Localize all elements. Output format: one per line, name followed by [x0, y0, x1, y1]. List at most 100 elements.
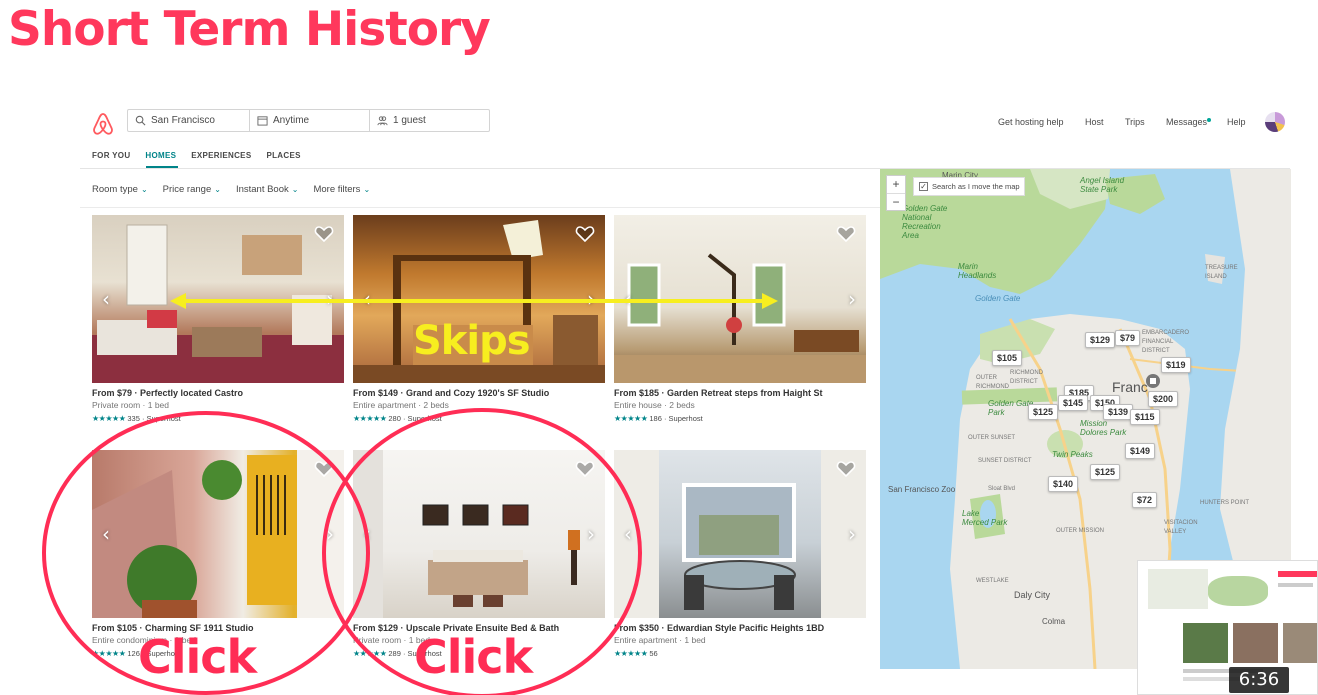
filter-instant-book[interactable]: Instant Book ⌄ [236, 184, 299, 195]
listing-type: Entire house · 2 beds [614, 400, 695, 410]
previous-photo-icon[interactable]: ‹ [624, 522, 632, 546]
filter-bar: Room type ⌄ Price range ⌄ Instant Book ⌄ Mo… [92, 184, 370, 195]
next-photo-icon[interactable]: › [848, 522, 856, 546]
listing-card[interactable]: ‹ › From $79 · Perfectly located Castro … [92, 215, 344, 423]
heart-icon[interactable] [836, 460, 856, 478]
review-count: 335 · Superhost [127, 414, 181, 423]
next-photo-icon[interactable]: › [848, 287, 856, 311]
airbnb-logo-icon[interactable] [92, 112, 114, 136]
click-annotation: Click [414, 630, 533, 684]
listing-photo[interactable]: ‹ › [614, 450, 866, 618]
map-label: SUNSET DISTRICT [978, 458, 1032, 464]
checkbox-icon[interactable]: ✓ [919, 182, 928, 191]
location-field[interactable]: San Francisco [128, 110, 250, 131]
video-timestamp: 6:36 [1229, 667, 1289, 693]
price-pin[interactable]: $129 [1085, 332, 1116, 348]
map-label: Golden Gate [975, 294, 1021, 303]
trips-link[interactable]: Trips [1125, 117, 1145, 127]
screenshot: Short Term History San Francisco Anytime… [0, 0, 1318, 695]
listing-photo[interactable]: ‹ › [92, 215, 344, 383]
price-pin[interactable]: $115 [1130, 409, 1160, 425]
search-icon [135, 115, 146, 126]
next-photo-icon[interactable]: › [587, 287, 595, 311]
next-photo-icon[interactable]: › [326, 287, 334, 311]
listing-rating: ★★★★★ 335 · Superhost [92, 414, 344, 423]
price-pin[interactable]: $105 [992, 350, 1023, 366]
tab-experiences[interactable]: EXPERIENCES [191, 151, 251, 160]
search-as-move-toggle[interactable]: ✓ Search as I move the map [913, 177, 1025, 196]
price-pin[interactable]: $139 [1103, 404, 1134, 420]
filter-divider [80, 207, 880, 208]
guests-value: 1 guest [393, 115, 426, 126]
map-label: Golden Gate Park [988, 399, 1034, 417]
map-label: OUTER SUNSET [968, 435, 1016, 441]
chevron-down-icon: ⌄ [140, 185, 148, 194]
filter-room-type[interactable]: Room type ⌄ [92, 184, 148, 195]
avatar[interactable] [1265, 112, 1285, 132]
host-link[interactable]: Host [1085, 117, 1104, 127]
previous-photo-icon[interactable]: ‹ [624, 287, 632, 311]
messages-link[interactable]: Messages [1166, 117, 1207, 127]
previous-photo-icon[interactable]: ‹ [102, 522, 110, 546]
filter-price-range[interactable]: Price range ⌄ [163, 184, 221, 195]
search-as-move-label: Search as I move the map [932, 182, 1020, 191]
previous-photo-icon[interactable]: ‹ [102, 287, 110, 311]
map-label: Golden Gate National Recreation Area [902, 204, 948, 240]
heart-icon[interactable] [575, 225, 595, 243]
map-label: RICHMOND DISTRICT [1010, 370, 1043, 385]
heart-icon[interactable] [314, 460, 334, 478]
listing-photo[interactable]: ‹ › [614, 215, 866, 383]
price-pin[interactable]: $125 [1090, 464, 1121, 480]
zoom-out-button[interactable]: − [887, 193, 905, 211]
price-pin[interactable]: $200 [1148, 391, 1179, 407]
tab-homes[interactable]: HOMES [145, 151, 176, 160]
price-pin[interactable]: $125 [1028, 404, 1059, 420]
search-bar[interactable]: San Francisco Anytime 1 guest [127, 109, 490, 132]
listing-type: Private room · 1 bed [92, 400, 170, 410]
listing-rating: ★★★★★ 186 · Superhost [614, 414, 866, 423]
chevron-down-icon: ⌄ [363, 185, 371, 194]
listing-card[interactable]: ‹ › From $105 · Charming SF 1911 Studio … [92, 450, 344, 658]
price-pin[interactable]: $119 [1161, 357, 1191, 373]
map-label: WESTLAKE [976, 578, 1009, 584]
heart-icon[interactable] [575, 460, 595, 478]
get-hosting-help-link[interactable]: Get hosting help [998, 117, 1064, 127]
map-label: HUNTERS POINT [1200, 500, 1250, 506]
next-photo-icon[interactable]: › [587, 522, 595, 546]
dates-value: Anytime [273, 115, 310, 126]
filter-more-filters[interactable]: More filters ⌄ [313, 184, 370, 195]
price-pin[interactable]: $149 [1125, 443, 1156, 459]
listing-title: From $79 · Perfectly located Castro [92, 388, 244, 398]
previous-photo-icon[interactable]: ‹ [363, 287, 371, 311]
star-rating: ★★★★★ [614, 649, 648, 658]
next-photo-icon[interactable]: › [326, 522, 334, 546]
map-label: Sloat Blvd [988, 486, 1016, 492]
listing-card[interactable]: ‹ › From $350 · Edwardian Style Pacific … [614, 450, 866, 658]
price-pin[interactable]: $79 [1115, 330, 1141, 346]
price-pin[interactable]: $72 [1132, 492, 1158, 508]
landmark-icon [1146, 374, 1160, 388]
star-rating: ★★★★★ [92, 414, 126, 423]
tab-for-you[interactable]: FOR YOU [92, 151, 130, 160]
map-label: Colma [1042, 617, 1066, 626]
tab-places[interactable]: PLACES [266, 151, 300, 160]
map-label: Marin Headlands [958, 262, 997, 280]
listing-photo[interactable]: ‹ › [353, 450, 605, 618]
star-rating: ★★★★★ [614, 414, 648, 423]
price-pin[interactable]: $140 [1048, 476, 1079, 492]
calendar-icon [257, 116, 268, 126]
price-pin[interactable]: $145 [1058, 395, 1089, 411]
listing-photo[interactable]: ‹ › [92, 450, 344, 618]
previous-photo-icon[interactable]: ‹ [363, 522, 371, 546]
listing-card[interactable]: ‹ › From $185 · Garden Retreat steps fro… [614, 215, 866, 423]
unread-badge [1207, 118, 1211, 122]
zoom-in-button[interactable]: + [887, 176, 905, 193]
heart-icon[interactable] [314, 225, 334, 243]
map-label: Daly City [1014, 590, 1051, 600]
video-thumbnail[interactable] [1137, 560, 1318, 695]
dates-field[interactable]: Anytime [250, 110, 370, 131]
help-link[interactable]: Help [1227, 117, 1246, 127]
heart-icon[interactable] [836, 225, 856, 243]
listing-card[interactable]: ‹ › From $129 · Upscale Private Ensuite … [353, 450, 605, 658]
guests-field[interactable]: 1 guest [370, 110, 489, 131]
